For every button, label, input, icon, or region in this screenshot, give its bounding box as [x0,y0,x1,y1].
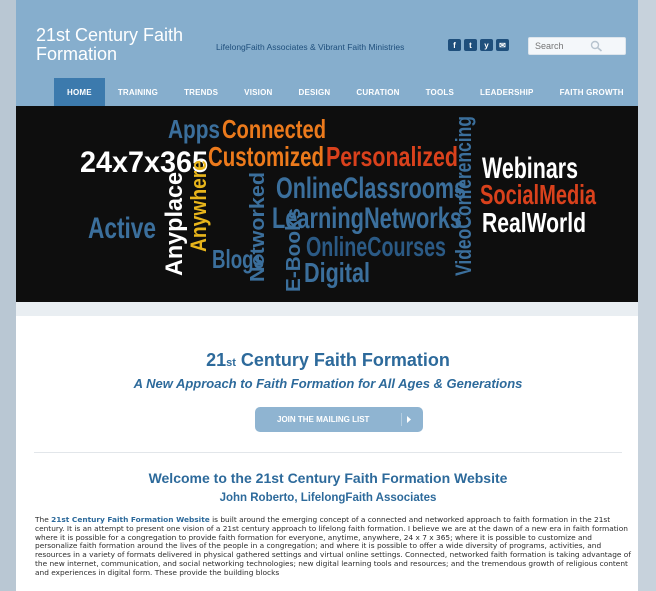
page-subtitle: A New Approach to Faith Formation for Al… [133,376,523,391]
search-icon[interactable] [590,40,604,52]
site-name-link[interactable]: 21st Century Faith Formation Website [51,515,210,524]
word-ebooks: E-Books [283,208,305,292]
facebook-icon[interactable]: f [448,39,461,51]
title-ordinal: st [226,357,236,369]
word-cloud-graphic: Apps Connected 24x7x365 Customized Perso… [80,114,596,292]
twitter-icon[interactable]: t [464,39,477,51]
site-header: 21st Century Faith Formation LifelongFai… [16,0,638,78]
search-input[interactable] [528,37,626,55]
join-mailing-list-button[interactable]: JOIN THE MAILING LIST [255,407,423,432]
nav-item-tools[interactable]: TOOLS [413,78,467,106]
nav-item-leadership[interactable]: LEADERSHIP [467,78,547,106]
welcome-heading: Welcome to the 21st Century Faith Format… [148,470,508,486]
join-mailing-list-label: JOIN THE MAILING LIST [277,415,370,424]
nav-item-trends[interactable]: TRENDS [171,78,231,106]
nav-item-vision[interactable]: VISION [231,78,285,106]
nav-item-curation[interactable]: CURATION [343,78,412,106]
youtube-icon[interactable]: y [480,39,493,51]
nav-item-design[interactable]: DESIGN [286,78,344,106]
content-top-strip [16,302,638,316]
section-divider [34,452,622,453]
title-text: Century Faith Formation [235,350,450,370]
hero-banner: Apps Connected 24x7x365 Customized Perso… [16,106,638,302]
social-icons: f t y ✉ [448,39,509,51]
author-line: John Roberto, LifelongFaith Associates [219,492,437,504]
word-anyplace: Anyplace [161,172,188,276]
word-social-media: SocialMedia [480,179,596,210]
word-connected: Connected [222,114,326,144]
word-blogs: Blogs [212,244,264,274]
word-customized: Customized [208,141,324,172]
word-apps: Apps [168,114,220,144]
word-personalized: Personalized [326,141,458,172]
page-title: 21st Century Faith Formation [0,350,656,371]
word-anywhere: Anywhere [186,160,211,252]
word-active: Active [88,212,156,245]
nav-item-faith-growth[interactable]: FAITH GROWTH [547,78,637,106]
email-icon[interactable]: ✉ [496,39,509,51]
intro-prefix: The [35,515,52,524]
site-title[interactable]: 21st Century Faith Formation [36,26,216,64]
nav-item-training[interactable]: TRAINING [105,78,171,106]
word-real-world: RealWorld [482,207,586,238]
main-nav: HOME TRAINING TRENDS VISION DESIGN CURAT… [16,78,638,106]
site-tagline[interactable]: LifelongFaith Associates & Vibrant Faith… [216,42,404,52]
title-number: 21 [206,350,227,370]
intro-text: is built around the emerging concept of … [35,515,631,577]
word-online-classrooms: OnlineClassrooms [276,172,466,205]
intro-paragraph: The 21st Century Faith Formation Website… [35,515,631,578]
nav-item-home[interactable]: HOME [54,78,105,106]
arrow-right-icon [401,413,411,426]
word-digital: Digital [304,257,370,288]
